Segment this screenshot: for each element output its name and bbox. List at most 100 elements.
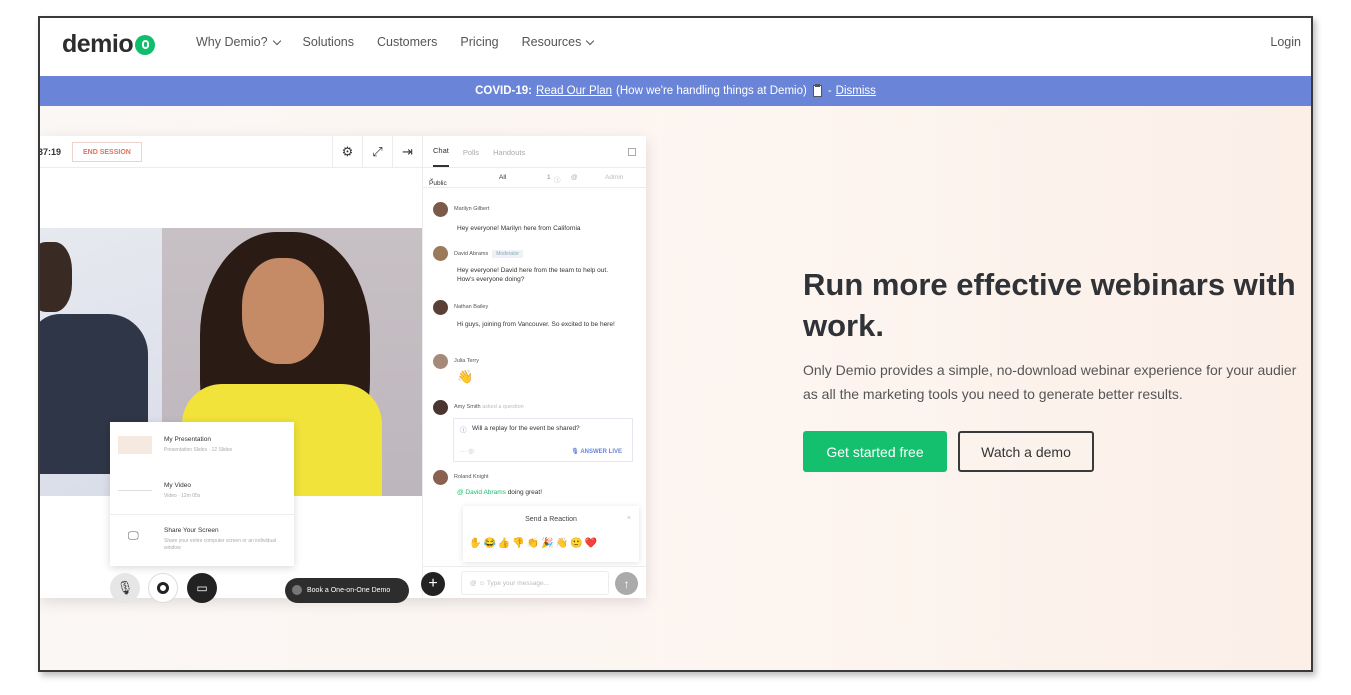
scope-dropdown[interactable]: Public ⌄ bbox=[429, 174, 447, 187]
reaction-popup: Send a Reaction × ✋ 😂 👍 👎 👏 🎉 👋 🙂 ❤️ bbox=[463, 506, 639, 562]
end-session-button[interactable]: END SESSION bbox=[72, 142, 142, 162]
at-icon[interactable]: @ ☺ bbox=[470, 580, 485, 587]
camera-button[interactable] bbox=[148, 573, 178, 603]
share-option-screen[interactable]: 🖵 Share Your Screen Share your entire co… bbox=[110, 514, 294, 560]
filter-admin[interactable]: Admin bbox=[605, 174, 623, 181]
nav-item-label: Pricing bbox=[460, 35, 499, 49]
answer-live-button[interactable]: 🎙 ANSWER LIVE bbox=[571, 448, 622, 455]
nav-item-label: Resources bbox=[521, 35, 582, 49]
reaction-emoji[interactable]: ✋ bbox=[469, 538, 481, 549]
read-plan-link[interactable]: Read Our Plan bbox=[536, 85, 612, 97]
sender-name: Marilyn Gilbert bbox=[454, 206, 490, 212]
dismiss-link[interactable]: Dismiss bbox=[836, 85, 876, 97]
top-nav: demio Why Demio? Solutions Customers Pri… bbox=[40, 18, 1311, 76]
question-text: Will a replay for the event be shared? bbox=[472, 425, 580, 432]
logo-text: demio bbox=[62, 30, 134, 58]
reaction-emoji[interactable]: 👋 bbox=[556, 538, 568, 549]
fullscreen-icon[interactable]: ⤢ bbox=[362, 136, 392, 168]
message-text: Hey everyone! David here from the team t… bbox=[457, 267, 609, 283]
avatar bbox=[433, 400, 448, 415]
get-started-button[interactable]: Get started free bbox=[803, 431, 947, 472]
wave-emoji: 👋 bbox=[457, 369, 474, 384]
question-icon: ⓘ bbox=[554, 177, 561, 184]
avatar bbox=[433, 470, 448, 485]
webinar-app-preview: 37:19 END SESSION ⚙ ⤢ ⇥ My Presentation … bbox=[40, 136, 647, 603]
question-icon: ⓘ bbox=[460, 427, 467, 434]
reaction-emoji[interactable]: 👏 bbox=[527, 538, 539, 549]
more-icon[interactable]: ··· ◎ bbox=[460, 447, 474, 455]
chat-input-bar: + @ ☺ Type your message... ↑ bbox=[421, 566, 647, 598]
send-icon[interactable]: ↑ bbox=[615, 572, 638, 595]
nav-item-resources[interactable]: Resources bbox=[521, 35, 595, 49]
reaction-emoji[interactable]: 🎉 bbox=[541, 538, 553, 549]
nav-item-label: Customers bbox=[376, 35, 438, 49]
reaction-emoji[interactable]: 🙂 bbox=[570, 538, 582, 549]
subtext-line: Only Demio provides a simple, no-downloa… bbox=[803, 362, 1297, 378]
share-option-presentation[interactable]: My Presentation Presentation Slides · 12… bbox=[110, 422, 294, 468]
close-icon[interactable]: × bbox=[627, 515, 631, 522]
browser-frame: demio Why Demio? Solutions Customers Pri… bbox=[38, 16, 1313, 672]
chevron-down-icon bbox=[272, 36, 281, 45]
question-card: ⓘ Will a replay for the event be shared?… bbox=[453, 418, 633, 462]
share-option-video[interactable]: My Video Video · 12m 05s bbox=[110, 468, 294, 514]
share-screen-icon: ▭ bbox=[196, 581, 208, 595]
emoji-row: ✋ 😂 👍 👎 👏 🎉 👋 🙂 ❤️ bbox=[469, 538, 597, 549]
option-subtitle: Presentation Slides · 12 Slides bbox=[164, 447, 233, 453]
webcam-icon bbox=[157, 582, 169, 594]
chat-message-input[interactable]: @ ☺ Type your message... bbox=[461, 571, 609, 595]
nav-item-solutions[interactable]: Solutions bbox=[303, 35, 354, 49]
subtext-line: as all the marketing tools you need to g… bbox=[803, 386, 1183, 402]
share-button[interactable]: ▭ bbox=[187, 573, 217, 603]
question-count: 1 bbox=[547, 174, 551, 181]
reaction-emoji[interactable]: ❤️ bbox=[585, 538, 597, 549]
presentation-thumbnail bbox=[118, 436, 152, 454]
moderator-badge: Moderator bbox=[492, 250, 524, 258]
hero-headline: Run more effective webinars with work. bbox=[803, 264, 1311, 346]
sender-name: Nathan Bailey bbox=[454, 304, 489, 310]
watch-demo-button[interactable]: Watch a demo bbox=[958, 431, 1094, 472]
book-demo-button[interactable]: Book a One-on-One Demo bbox=[285, 578, 409, 603]
plus-icon[interactable]: + bbox=[421, 572, 445, 596]
question-note: asked a question bbox=[482, 404, 524, 410]
mention-icon[interactable]: @ bbox=[571, 174, 578, 181]
message-text: @ David Abrams doing great! bbox=[457, 488, 627, 497]
filter-all[interactable]: All bbox=[499, 174, 506, 181]
session-toolbar: 37:19 END SESSION ⚙ ⤢ ⇥ bbox=[40, 136, 422, 168]
sender-name: Roland Knight bbox=[454, 474, 489, 480]
banner-prefix: COVID-19: bbox=[475, 85, 532, 97]
avatar bbox=[433, 354, 448, 369]
exit-icon[interactable]: ⇥ bbox=[392, 136, 422, 168]
login-link[interactable]: Login bbox=[1270, 35, 1301, 49]
demio-logo[interactable]: demio bbox=[62, 30, 156, 59]
option-subtitle: Share your entire computer screen or an … bbox=[164, 538, 277, 551]
avatar bbox=[433, 202, 448, 217]
popout-icon[interactable] bbox=[628, 148, 636, 156]
reaction-emoji[interactable]: 👍 bbox=[498, 538, 510, 549]
toolbar-icons: ⚙ ⤢ ⇥ bbox=[332, 136, 422, 168]
message-body: doing great! bbox=[507, 489, 543, 496]
tab-handouts[interactable]: Handouts bbox=[493, 148, 525, 167]
avatar bbox=[433, 300, 448, 315]
nav-item-pricing[interactable]: Pricing bbox=[460, 35, 498, 49]
chat-filter-bar: Public ⌄ All 1 ⓘ @ Admin bbox=[423, 168, 646, 188]
tab-polls[interactable]: Polls bbox=[463, 148, 479, 167]
microphone-button[interactable]: 🎙 bbox=[110, 573, 140, 603]
option-title: Share Your Screen bbox=[164, 527, 219, 534]
logo-mic-icon bbox=[135, 34, 156, 55]
covid-banner: COVID-19: Read Our Plan (How we're handl… bbox=[40, 76, 1311, 106]
reaction-emoji[interactable]: 😂 bbox=[483, 538, 495, 549]
nav-item-customers[interactable]: Customers bbox=[377, 35, 437, 49]
clipboard-icon bbox=[812, 84, 822, 97]
nav-item-label: Solutions bbox=[302, 35, 354, 49]
microphone-icon: 🎙 bbox=[116, 580, 134, 595]
hero-subtext: Only Demio provides a simple, no-downloa… bbox=[803, 358, 1311, 406]
message-text: Hi guys, joining from Vancouver. So exci… bbox=[457, 321, 615, 328]
presenter-face bbox=[242, 258, 324, 364]
gear-icon[interactable]: ⚙ bbox=[332, 136, 362, 168]
chat-panel: Chat Polls Handouts Public ⌄ All 1 ⓘ @ A… bbox=[421, 136, 647, 598]
chevron-down-icon bbox=[586, 36, 595, 45]
nav-item-why-demio[interactable]: Why Demio? bbox=[196, 35, 281, 49]
tab-chat[interactable]: Chat bbox=[433, 146, 449, 167]
reaction-emoji[interactable]: 👎 bbox=[512, 538, 524, 549]
sender-name: Julia Terry bbox=[454, 358, 479, 364]
